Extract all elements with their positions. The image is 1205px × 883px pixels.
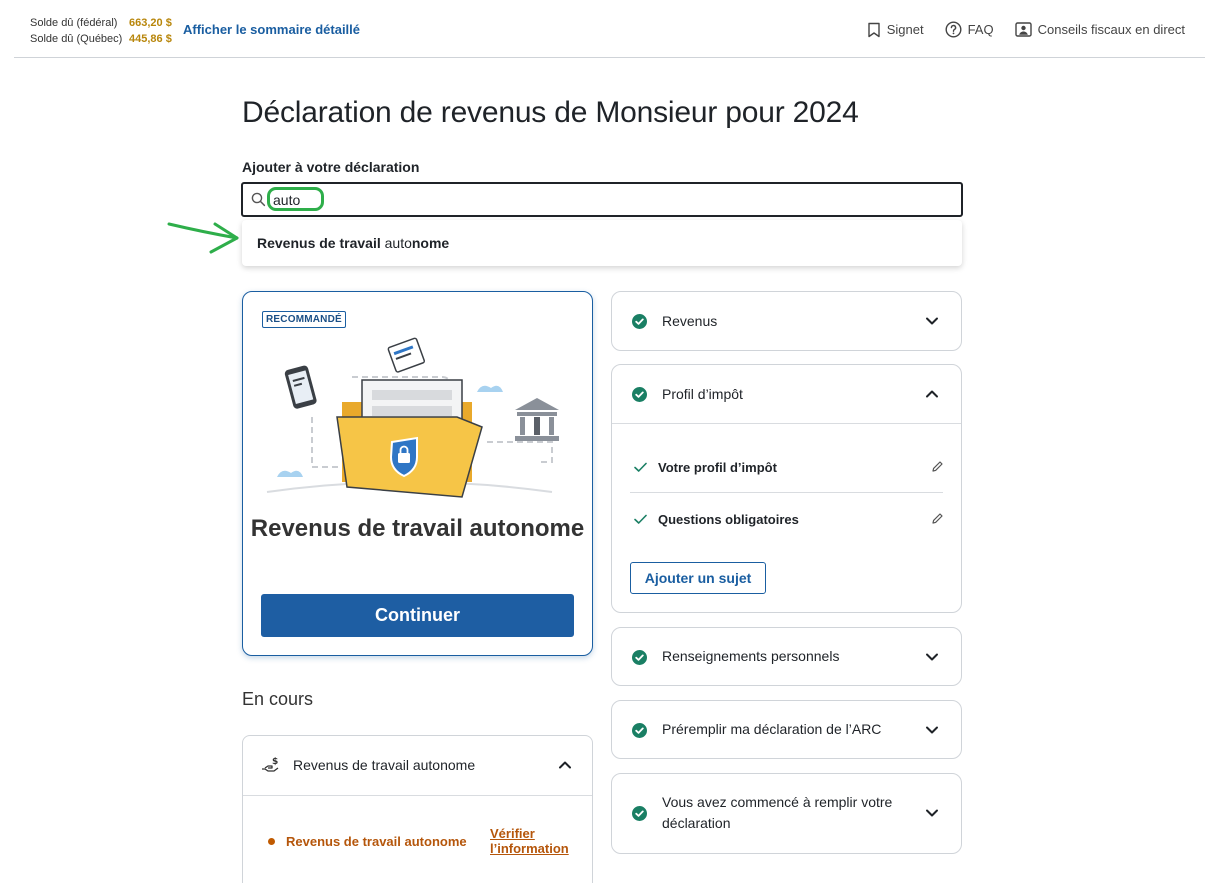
accordion-prefill-cra[interactable]: Préremplir ma déclaration de l’ARC	[611, 700, 962, 759]
annotation-arrow-icon	[167, 222, 239, 254]
suggestion-bold-end: nome	[411, 235, 450, 251]
search-suggestions: Revenus de travail autonome	[242, 220, 962, 266]
accordion-personal-info-label: Renseignements personnels	[662, 648, 840, 664]
live-tax-advice-label: Conseils fiscaux en direct	[1037, 22, 1185, 37]
edit-pencil-icon[interactable]	[931, 512, 944, 525]
balance-summary: Solde dû (fédéral) 663,20 $ Solde dû (Qu…	[30, 15, 175, 47]
faq-button[interactable]: FAQ	[945, 21, 994, 38]
accordion-tax-profile: Profil d’impôt Votre profil d’impôt Ques…	[611, 364, 962, 613]
accordion-revenus-label: Revenus	[662, 313, 718, 329]
help-circle-icon	[945, 21, 962, 38]
check-circle-icon	[632, 314, 647, 329]
live-tax-advice-button[interactable]: Conseils fiscaux en direct	[1014, 21, 1185, 38]
check-circle-icon	[632, 806, 647, 821]
check-circle-icon	[632, 387, 647, 402]
checkmark-icon	[634, 514, 647, 524]
header-divider	[14, 57, 1205, 58]
recommended-title: Revenus de travail autonome	[250, 515, 585, 542]
accordion-divider	[612, 423, 961, 424]
chevron-up-icon	[926, 390, 938, 398]
tax-profile-item: Votre profil d’impôt	[634, 460, 944, 478]
checkmark-icon	[634, 462, 647, 472]
chevron-down-icon	[926, 653, 938, 661]
chevron-down-icon	[926, 809, 938, 817]
search-field[interactable]	[241, 182, 963, 217]
chevron-down-icon	[926, 317, 938, 325]
in-progress-item-label: Revenus de travail autonome	[286, 834, 467, 849]
continue-button[interactable]: Continuer	[261, 594, 574, 637]
balance-quebec: Solde dû (Québec) 445,86 $	[30, 31, 175, 47]
balance-federal: Solde dû (fédéral) 663,20 $	[30, 15, 175, 31]
search-input[interactable]	[273, 190, 933, 210]
folder-illustration-icon	[266, 337, 559, 498]
suggestion-bold-start: Revenus de travail	[257, 235, 385, 251]
in-progress-item: Revenus de travail autonome	[268, 834, 467, 849]
search-icon	[251, 192, 266, 207]
hand-coin-icon: $	[262, 757, 279, 772]
check-circle-icon	[632, 650, 647, 665]
balance-federal-amount: 663,20 $	[129, 17, 172, 29]
suggestion-match: auto	[384, 235, 412, 251]
balance-quebec-label: Solde dû (Québec)	[30, 33, 123, 45]
bookmark-label: Signet	[886, 22, 924, 37]
recommended-card: RECOMMANDÉ Revenus de travail autonome C…	[242, 291, 593, 656]
chevron-down-icon	[926, 726, 938, 734]
item-divider	[630, 492, 943, 493]
mandatory-questions-item: Questions obligatoires	[634, 512, 944, 530]
bookmark-button[interactable]: Signet	[867, 21, 924, 38]
balance-federal-label: Solde dû (fédéral)	[30, 17, 118, 29]
accordion-personal-info[interactable]: Renseignements personnels	[611, 627, 962, 686]
person-portrait-icon	[1014, 22, 1032, 37]
bookmark-icon	[868, 22, 880, 37]
top-bar: Solde dû (fédéral) 663,20 $ Solde dû (Qu…	[0, 0, 1205, 58]
top-nav: Signet FAQ Conseils fiscaux en direct	[867, 21, 1185, 38]
tax-profile-item-label: Votre profil d’impôt	[658, 460, 777, 475]
detailed-summary-link[interactable]: Afficher le sommaire détaillé	[183, 22, 360, 37]
in-progress-card: $ Revenus de travail autonome Revenus de…	[242, 735, 593, 883]
chevron-up-icon	[559, 761, 571, 769]
svg-text:$: $	[272, 757, 278, 767]
recommended-badge: RECOMMANDÉ	[262, 311, 346, 328]
accordion-revenus[interactable]: Revenus	[611, 291, 962, 351]
accordion-tax-profile-header[interactable]: Profil d’impôt	[612, 365, 961, 423]
check-circle-icon	[632, 723, 647, 738]
balance-quebec-amount: 445,86 $	[129, 33, 172, 45]
in-progress-title: En cours	[242, 689, 314, 709]
accordion-started-return-label: Vous avez commencé à remplir votre décla…	[662, 794, 893, 831]
accordion-tax-profile-label: Profil d’impôt	[662, 386, 743, 402]
verify-information-link[interactable]: Vérifier l’information	[490, 826, 580, 856]
search-suggestion-item[interactable]: Revenus de travail autonome	[257, 235, 449, 251]
page-title: Déclaration de revenus de Monsieur pour …	[242, 96, 859, 129]
in-progress-section-header[interactable]: $ Revenus de travail autonome	[243, 736, 592, 796]
search-label: Ajouter à votre déclaration	[242, 159, 420, 175]
add-topic-button[interactable]: Ajouter un sujet	[630, 562, 766, 594]
mandatory-questions-label: Questions obligatoires	[658, 512, 799, 527]
accordion-prefill-cra-label: Préremplir ma déclaration de l’ARC	[662, 721, 882, 737]
accordion-started-return[interactable]: Vous avez commencé à remplir votre décla…	[611, 773, 962, 854]
status-dot	[268, 838, 275, 845]
edit-pencil-icon[interactable]	[931, 460, 944, 473]
in-progress-section-label: Revenus de travail autonome	[293, 757, 476, 773]
faq-label: FAQ	[967, 22, 994, 37]
